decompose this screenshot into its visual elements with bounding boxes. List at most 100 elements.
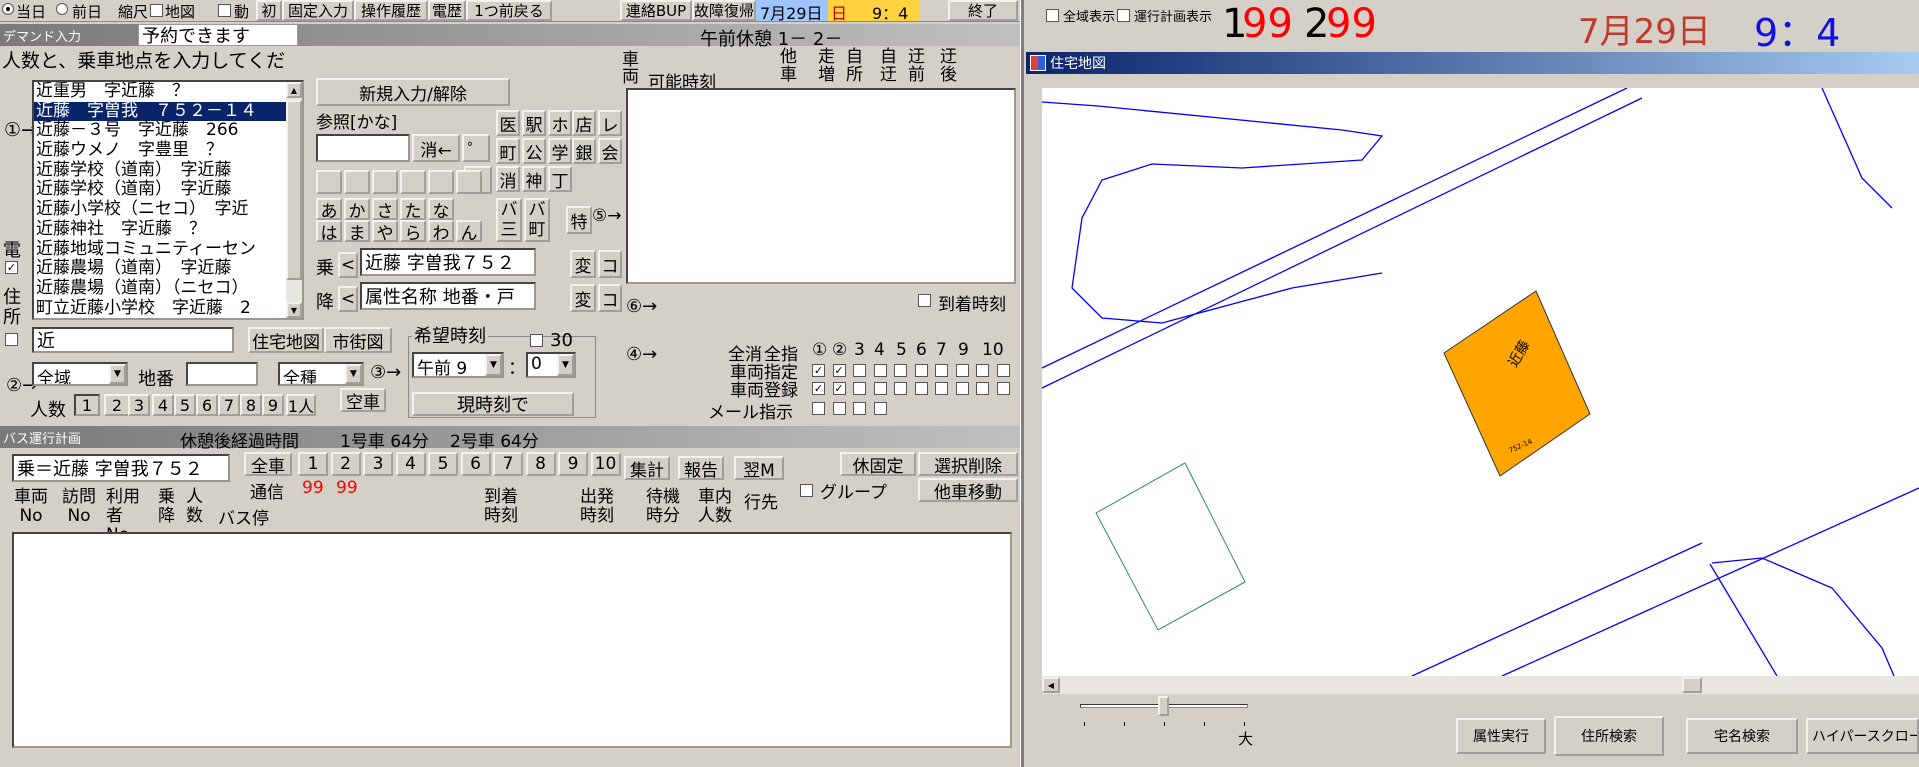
- pax-button-3[interactable]: 3: [128, 394, 150, 416]
- group-checkbox[interactable]: [800, 484, 813, 497]
- bus-plan-list[interactable]: [12, 532, 1012, 748]
- alight-input[interactable]: 属性名称 地番・戸: [360, 282, 536, 310]
- list-item[interactable]: 近藤農場（道南） 字近藤: [34, 259, 286, 279]
- list-item[interactable]: 近藤学校（道南） 字近藤: [34, 160, 286, 181]
- pax-button-1[interactable]: 1: [74, 394, 100, 416]
- bus-car-button-3[interactable]: 3: [363, 452, 393, 476]
- car-checkbox[interactable]: [853, 364, 866, 377]
- new-input-button[interactable]: 新規入力/解除: [316, 78, 510, 106]
- facility-button[interactable]: 神: [522, 166, 546, 192]
- scroll-up-icon[interactable]: ▲: [286, 82, 302, 98]
- bus-car-button-5[interactable]: 5: [428, 452, 458, 476]
- arrival-time-checkbox[interactable]: [918, 294, 931, 307]
- kana-button[interactable]: か: [344, 198, 370, 222]
- kana-button[interactable]: な: [428, 198, 454, 222]
- kana-button[interactable]: は: [316, 220, 342, 244]
- show-plan-checkbox[interactable]: [1117, 9, 1130, 22]
- bus-car-button-6[interactable]: 6: [460, 452, 491, 476]
- pax-button-9[interactable]: 9: [262, 394, 284, 416]
- list-item[interactable]: 近藤学校（道南） 字近藤: [34, 180, 286, 200]
- fault-recover-button[interactable]: 故障復帰: [692, 0, 756, 21]
- report-button[interactable]: 報告: [678, 456, 724, 480]
- list-item[interactable]: 近藤神社 字近藤 ？: [34, 219, 286, 240]
- bus-car-button-8[interactable]: 8: [525, 452, 556, 476]
- delete-selected-button[interactable]: 選択削除: [918, 452, 1018, 476]
- addr-checkbox[interactable]: [5, 333, 18, 346]
- show-all-checkbox[interactable]: [1046, 9, 1059, 22]
- handakuten-button[interactable]: ゜: [462, 134, 490, 162]
- car-checkbox[interactable]: ✓: [812, 364, 825, 377]
- minute-select[interactable]: 0 ▼: [526, 352, 576, 378]
- bus-car-button-4[interactable]: 4: [395, 452, 426, 476]
- kana-button[interactable]: や: [372, 220, 398, 244]
- pax-button-7[interactable]: 7: [218, 394, 240, 416]
- list-item[interactable]: 近藤農場（道南）（ニセコ）: [34, 279, 286, 299]
- hyper-scroll-button[interactable]: ハイパースクロール: [1806, 718, 1919, 754]
- summary-button[interactable]: 集計: [624, 456, 670, 480]
- facility-button[interactable]: レ: [598, 110, 622, 136]
- facility-button[interactable]: 丁: [548, 166, 572, 192]
- facility-button[interactable]: 店: [572, 110, 596, 136]
- attr-exec-button[interactable]: 属性実行: [1456, 718, 1546, 754]
- bus-car-button-10[interactable]: 10: [590, 452, 621, 476]
- car-checkbox[interactable]: [853, 382, 866, 395]
- kana-input[interactable]: [316, 134, 410, 162]
- houses-map-button[interactable]: 住宅地図: [248, 327, 324, 353]
- ba-button-1[interactable]: バ三: [496, 198, 522, 242]
- lot-input[interactable]: [186, 362, 258, 386]
- car-checkbox[interactable]: [894, 364, 907, 377]
- car-checkbox[interactable]: [812, 402, 825, 415]
- move-checkbox[interactable]: [218, 4, 231, 17]
- kana-blank-button[interactable]: [344, 170, 370, 194]
- radio-prev[interactable]: [56, 3, 68, 15]
- contact-bup-button[interactable]: 連絡BUP: [620, 0, 692, 21]
- init-button[interactable]: 初: [256, 0, 282, 21]
- kana-blank-button[interactable]: [400, 170, 426, 194]
- chevron-down-icon[interactable]: ▼: [109, 364, 126, 384]
- car-checkbox[interactable]: [935, 382, 948, 395]
- car-checkbox[interactable]: [832, 402, 846, 415]
- elec-checkbox[interactable]: ✓: [5, 261, 18, 274]
- kana-blank-button[interactable]: [372, 170, 398, 194]
- map-hscrollbar[interactable]: ◀: [1042, 676, 1919, 694]
- car-checkbox[interactable]: [873, 364, 887, 377]
- min30-checkbox[interactable]: [530, 334, 543, 347]
- fixed-input-button[interactable]: 固定入力: [282, 0, 354, 21]
- next-m-button[interactable]: 翌M: [734, 456, 784, 480]
- board-change-button[interactable]: 変: [570, 250, 596, 278]
- facility-button[interactable]: 会: [598, 138, 622, 164]
- addr-search-button[interactable]: 住所検索: [1554, 716, 1664, 756]
- empty-lot-polygon[interactable]: [1095, 462, 1246, 631]
- pax-button-10[interactable]: 1人: [286, 394, 316, 416]
- facility-button[interactable]: 公: [522, 138, 546, 164]
- car-checkbox[interactable]: [894, 382, 907, 395]
- car-checkbox[interactable]: [996, 382, 1010, 395]
- result-list[interactable]: 近重男 字近藤 ？近藤 字曽我 ７５２－１４ 近藤－３号 字近藤 266 近藤ウメノ…: [32, 80, 304, 320]
- special-button[interactable]: 特: [566, 206, 592, 234]
- list-item[interactable]: 近藤小学校（ニセコ） 字近: [34, 200, 286, 220]
- facility-button[interactable]: 学: [548, 138, 572, 164]
- bus-car-button-2[interactable]: 2: [330, 452, 361, 476]
- panel-divider[interactable]: [1020, 0, 1024, 767]
- pax-button-6[interactable]: 6: [196, 394, 218, 416]
- vehicle-candidate-list[interactable]: [626, 88, 1016, 284]
- list-item[interactable]: 近藤－３号 字近藤 266: [34, 121, 286, 141]
- now-button[interactable]: 現時刻で: [412, 392, 574, 416]
- addr-input[interactable]: 近: [32, 327, 234, 353]
- board-prev-button[interactable]: <: [338, 252, 358, 278]
- ba-button-2[interactable]: バ町: [524, 198, 550, 242]
- map-scroll-thumb[interactable]: [1682, 677, 1702, 693]
- list-item[interactable]: 近藤ウメノ 字豊里 ？: [34, 141, 286, 161]
- map-checkbox[interactable]: [150, 4, 163, 17]
- back-one-button[interactable]: 1つ前戻る: [466, 0, 552, 21]
- chevron-down-icon[interactable]: ▼: [557, 354, 574, 376]
- facility-button[interactable]: 銀: [572, 138, 596, 164]
- car-checkbox[interactable]: [873, 402, 887, 415]
- city-map-button[interactable]: 市街図: [324, 327, 392, 353]
- empty-car-button[interactable]: 空車: [340, 388, 386, 412]
- kana-button[interactable]: わ: [428, 220, 454, 244]
- facility-button[interactable]: 駅: [522, 110, 546, 136]
- scroll-left-icon[interactable]: ◀: [1042, 677, 1060, 693]
- pax-button-8[interactable]: 8: [240, 394, 262, 416]
- chevron-down-icon[interactable]: ▼: [345, 364, 362, 384]
